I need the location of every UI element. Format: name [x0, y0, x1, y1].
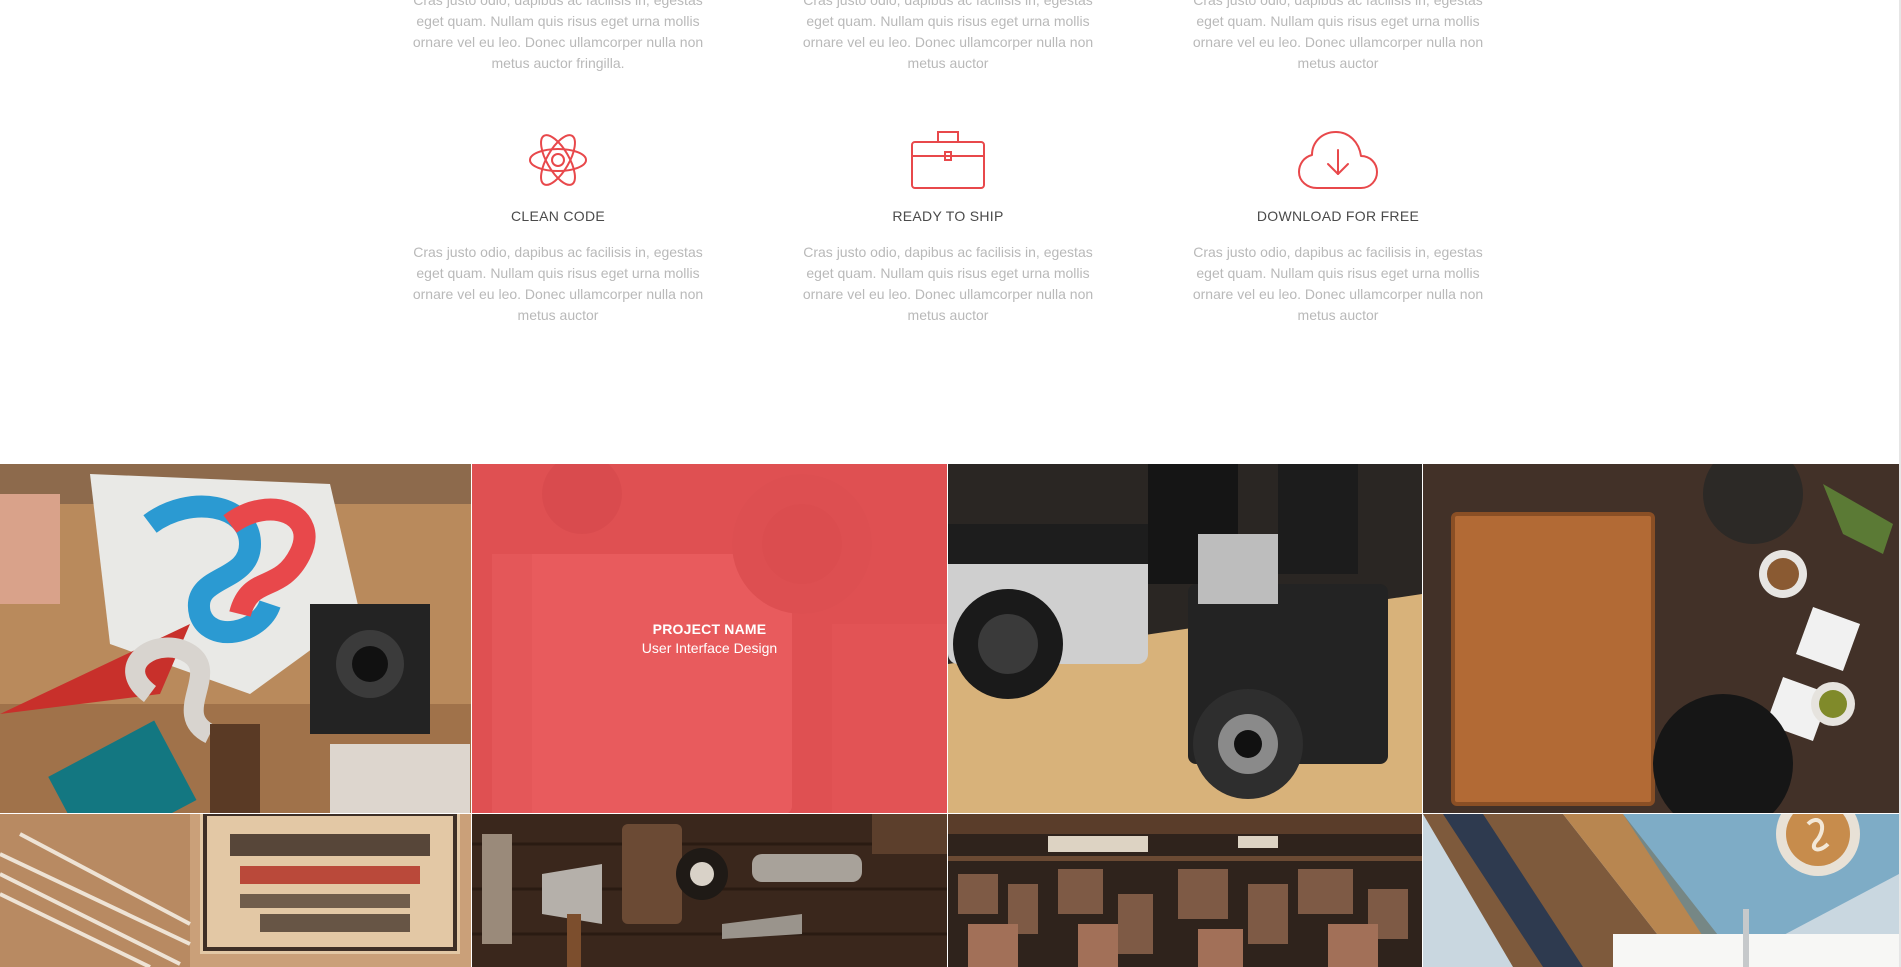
- portfolio-tile[interactable]: [1423, 464, 1899, 813]
- portfolio-hover-overlay[interactable]: PROJECT NAME User Interface Design: [472, 464, 947, 813]
- service-description: Cras justo odio, dapibus ac facilisis in…: [802, 244, 1094, 323]
- service-column: Cras justo odio, dapibus ac facilisis in…: [408, 0, 708, 74]
- portfolio-tile-active[interactable]: PROJECT NAME User Interface Design: [472, 464, 947, 813]
- service-description: Cras justo odio, dapibus ac facilisis in…: [412, 244, 704, 323]
- atom-icon: [529, 134, 587, 186]
- latte-coffee-image: [1423, 814, 1899, 967]
- service-description: Cras justo odio, dapibus ac facilisis in…: [412, 0, 704, 71]
- briefcase-icon: [911, 131, 985, 189]
- page: Cras justo odio, dapibus ac facilisis in…: [0, 0, 1901, 967]
- project-name: PROJECT NAME: [652, 621, 767, 637]
- portfolio-tile[interactable]: [472, 814, 947, 967]
- service-title: CLEAN CODE: [510, 208, 606, 224]
- codfish-box-image: [0, 814, 471, 967]
- portfolio-tile[interactable]: [1423, 814, 1899, 967]
- vintage-tools-image: [472, 814, 947, 967]
- services-row-top: Cras justo odio, dapibus ac facilisis in…: [0, 0, 1901, 100]
- portfolio-grid: PROJECT NAME User Interface Design: [0, 464, 1899, 967]
- service-description: Cras justo odio, dapibus ac facilisis in…: [802, 0, 1094, 71]
- portfolio-tile[interactable]: [0, 814, 471, 967]
- service-column: Cras justo odio, dapibus ac facilisis in…: [798, 0, 1098, 74]
- project-category: User Interface Design: [641, 640, 778, 656]
- portfolio-tile[interactable]: [948, 464, 1422, 813]
- vintage-cameras-image: [948, 464, 1422, 813]
- portfolio-tile[interactable]: [948, 814, 1422, 967]
- service-ready-to-ship: READY TO SHIP Cras justo odio, dapibus a…: [798, 128, 1098, 326]
- service-clean-code: CLEAN CODE Cras justo odio, dapibus ac f…: [408, 128, 708, 326]
- wood-type-image: [948, 814, 1422, 967]
- service-description: Cras justo odio, dapibus ac facilisis in…: [1192, 0, 1484, 71]
- kitchen-board-image: [1423, 464, 1899, 813]
- service-download: DOWNLOAD FOR FREE Cras justo odio, dapib…: [1188, 128, 1488, 326]
- service-title: READY TO SHIP: [892, 208, 1004, 224]
- service-title: DOWNLOAD FOR FREE: [1256, 208, 1420, 224]
- back-to-school-image: [0, 464, 471, 813]
- cloud-download-icon: [1298, 131, 1378, 189]
- service-column: Cras justo odio, dapibus ac facilisis in…: [1188, 0, 1488, 74]
- service-description: Cras justo odio, dapibus ac facilisis in…: [1192, 244, 1484, 323]
- portfolio-tile[interactable]: [0, 464, 471, 813]
